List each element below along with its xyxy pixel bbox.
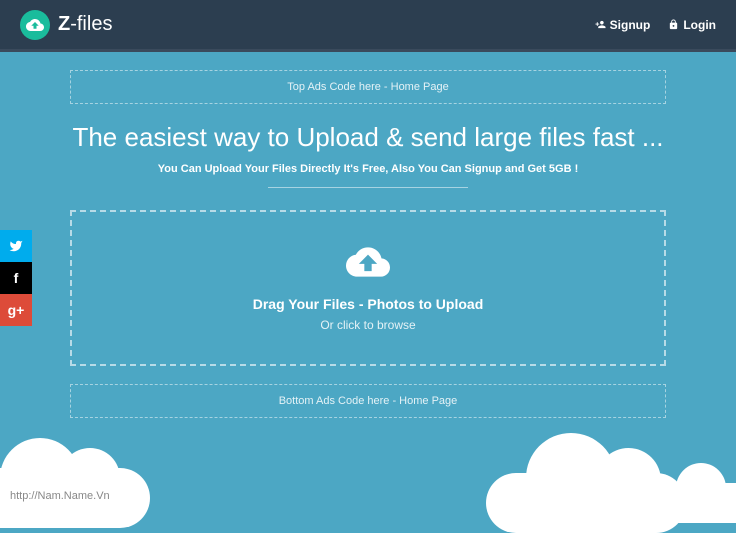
social-share-bar: f g+ bbox=[0, 230, 32, 326]
login-link[interactable]: Login bbox=[668, 18, 716, 32]
logo-text: Z-files bbox=[58, 13, 112, 36]
signup-link[interactable]: Signup bbox=[595, 18, 651, 32]
facebook-icon: f bbox=[14, 270, 19, 286]
main-content: Top Ads Code here - Home Page The easies… bbox=[0, 52, 736, 418]
hero-title: The easiest way to Upload & send large f… bbox=[70, 122, 666, 153]
upload-title: Drag Your Files - Photos to Upload bbox=[92, 296, 644, 312]
nav-links: Signup Login bbox=[595, 18, 716, 32]
lock-icon bbox=[668, 19, 679, 30]
signup-label: Signup bbox=[610, 18, 651, 32]
watermark: http://Nam.Name.Vn bbox=[10, 490, 110, 502]
cloud-upload-icon bbox=[346, 240, 390, 284]
google-plus-share-button[interactable]: g+ bbox=[0, 294, 32, 326]
user-plus-icon bbox=[595, 19, 606, 30]
cloud-upload-icon bbox=[20, 10, 50, 40]
hero-subtitle: You Can Upload Your Files Directly It's … bbox=[70, 163, 666, 175]
google-plus-icon: g+ bbox=[8, 302, 25, 318]
twitter-icon bbox=[9, 239, 23, 253]
upload-dropzone[interactable]: Drag Your Files - Photos to Upload Or cl… bbox=[70, 210, 666, 366]
divider bbox=[268, 187, 468, 188]
facebook-share-button[interactable]: f bbox=[0, 262, 32, 294]
twitter-share-button[interactable] bbox=[0, 230, 32, 262]
upload-subtitle: Or click to browse bbox=[92, 318, 644, 332]
navbar: Z-files Signup Login bbox=[0, 0, 736, 52]
logo[interactable]: Z-files bbox=[20, 10, 112, 40]
login-label: Login bbox=[683, 18, 716, 32]
top-ad-placeholder: Top Ads Code here - Home Page bbox=[70, 70, 666, 104]
bottom-ad-placeholder: Bottom Ads Code here - Home Page bbox=[70, 384, 666, 418]
decorative-clouds bbox=[0, 428, 736, 508]
